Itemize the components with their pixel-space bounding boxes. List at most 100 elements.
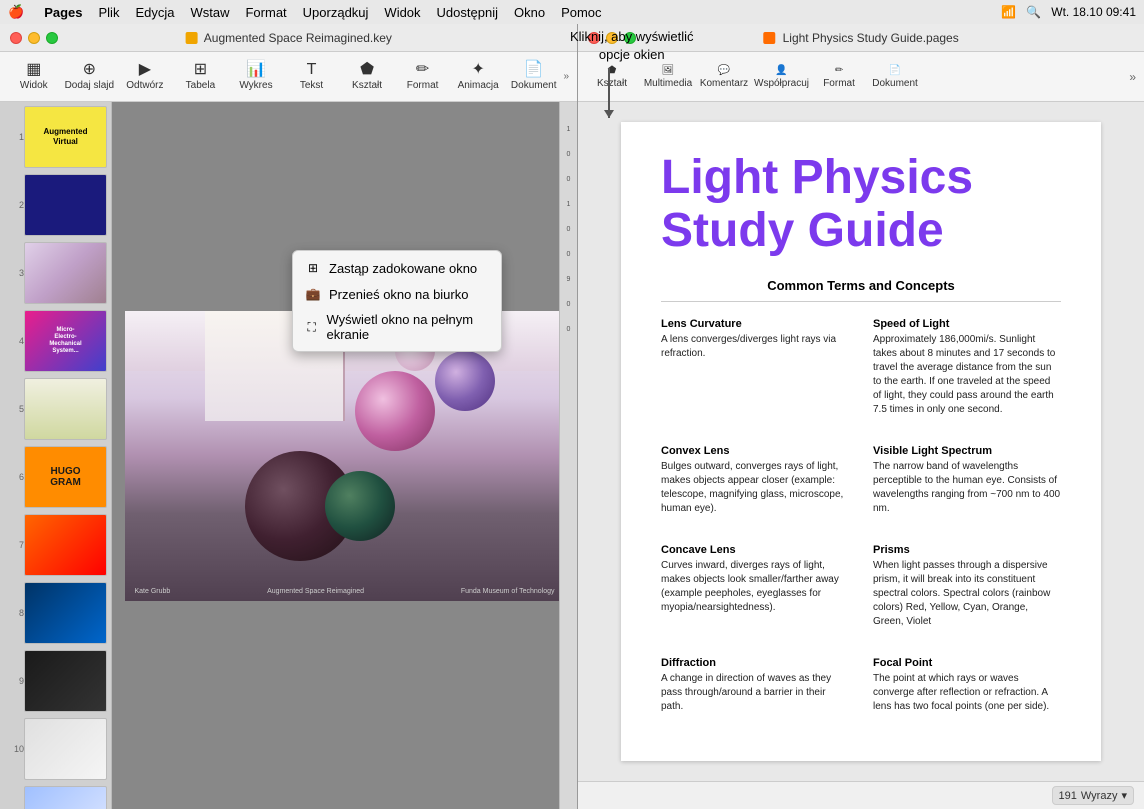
menu-widok[interactable]: Widok	[384, 5, 420, 20]
slide-row-2: 2	[4, 174, 107, 236]
slide-thumb-2[interactable]	[24, 174, 107, 236]
tb-wykres[interactable]: 📊 Wykres	[230, 55, 282, 99]
pages-title: Light Physics Study Guide.pages	[763, 31, 958, 45]
tb-odtworz[interactable]: ▶ Odtwórz	[119, 55, 171, 99]
term-def-diffraction: A change in direction of waves as they p…	[661, 672, 849, 714]
document-icon: 📄	[524, 62, 544, 78]
widok-icon: ▦	[26, 62, 41, 78]
pages-multimedia-icon: 🖼	[662, 65, 675, 76]
menu-pages[interactable]: Pages	[44, 5, 82, 20]
term-block-lens-curvature: Lens Curvature A lens converges/diverges…	[661, 318, 849, 429]
pages-tb-komentarz[interactable]: 💬 Komentarz	[698, 55, 750, 99]
context-menu-item-2[interactable]: 💼 Przenieś okno na biurko	[293, 281, 501, 307]
menu-plik[interactable]: Plik	[99, 5, 120, 20]
slide-panel[interactable]: 1 AugmentedVirtual 2 3 4	[0, 102, 112, 809]
slide-thumb-7[interactable]	[24, 514, 107, 576]
menu-pomoc[interactable]: Pomoc	[561, 5, 601, 20]
tb-format[interactable]: ✏ Format	[397, 55, 449, 99]
pages-tb-dokument[interactable]: 📄 Dokument	[869, 55, 921, 99]
slide-thumb-6[interactable]: HUGOGRAM	[24, 446, 107, 508]
window-controls	[10, 32, 58, 44]
term-def-speed-of-light: Approximately 186,000mi/s. Sunlight take…	[873, 333, 1061, 417]
apple-menu[interactable]: 🍎	[8, 4, 24, 20]
tb-ksztalt[interactable]: ⬟ Kształt	[341, 55, 393, 99]
clock: Wt. 18.10 09:41	[1051, 5, 1136, 19]
toolbar-more-icon[interactable]: »	[563, 71, 569, 82]
context-menu: ⊞ Zastąp zadokowane okno 💼 Przenieś okno…	[292, 250, 502, 352]
minimize-button[interactable]	[28, 32, 40, 44]
menu-format[interactable]: Format	[245, 5, 286, 20]
tb-widok[interactable]: ▦ Widok	[8, 55, 60, 99]
word-count-chevron-icon: ▾	[1121, 789, 1127, 802]
term-def-focal-point: The point at which rays or waves converg…	[873, 672, 1061, 714]
tb-dokument[interactable]: 📄 Dokument	[508, 55, 560, 99]
word-count-number: 191	[1059, 790, 1077, 802]
pages-toolbar-more-icon[interactable]: »	[1129, 70, 1136, 84]
menu-okno[interactable]: Okno	[514, 5, 545, 20]
slide-row-8: 8	[4, 582, 107, 644]
move-to-desktop-icon: 💼	[305, 286, 321, 302]
maximize-button[interactable]	[46, 32, 58, 44]
sphere-purple	[435, 351, 495, 411]
slide-thumb-4[interactable]: Micro-Electro-MechanicalSystem...	[24, 310, 107, 372]
pages-document-icon: 📄	[889, 65, 901, 76]
tb-animacja[interactable]: ✦ Animacja	[452, 55, 504, 99]
context-menu-item-1[interactable]: ⊞ Zastąp zadokowane okno	[293, 255, 501, 281]
chart-icon: 📊	[246, 62, 266, 78]
pages-tb-format[interactable]: ✏ Format	[813, 55, 865, 99]
term-title-focal-point: Focal Point	[873, 657, 1061, 669]
slide-thumb-11[interactable]	[24, 786, 107, 809]
term-block-diffraction: Diffraction A change in direction of wav…	[661, 657, 849, 726]
menu-wstaw[interactable]: Wstaw	[190, 5, 229, 20]
term-block-speed-of-light: Speed of Light Approximately 186,000mi/s…	[873, 318, 1061, 429]
slide-row-9: 9	[4, 650, 107, 712]
tb-tabela[interactable]: ⊞ Tabela	[175, 55, 227, 99]
keynote-toolbar: ▦ Widok ⊕ Dodaj slajd ▶ Odtwórz ⊞ Tabela…	[0, 52, 577, 102]
slide-thumb-10[interactable]	[24, 718, 107, 780]
slide-thumb-3[interactable]	[24, 242, 107, 304]
keynote-content: 1 AugmentedVirtual 2 3 4	[0, 102, 577, 809]
term-title-speed-of-light: Speed of Light	[873, 318, 1061, 330]
word-count-button[interactable]: 191 Wyrazy ▾	[1052, 786, 1134, 805]
slide-thumb-9[interactable]	[24, 650, 107, 712]
slide-row-10: 10	[4, 718, 107, 780]
shape-icon: ⬟	[360, 62, 374, 78]
format-icon: ✏	[416, 62, 429, 78]
term-block-convex-lens: Convex Lens Bulges outward, converges ra…	[661, 445, 849, 528]
slide-thumb-5[interactable]	[24, 378, 107, 440]
menu-edycja[interactable]: Edycja	[135, 5, 174, 20]
pages-tb-wspolpracuj[interactable]: 👤 Współpracuj	[754, 55, 809, 99]
left-window-keynote: Augmented Space Reimagined.key ▦ Widok ⊕…	[0, 24, 578, 809]
keynote-titlebar: Augmented Space Reimagined.key	[0, 24, 577, 52]
add-slide-icon: ⊕	[83, 62, 96, 78]
term-def-visible-light: The narrow band of wavelengths perceptib…	[873, 460, 1061, 516]
vertical-ruler: 1 0 0 1 0 0 9 0 0	[559, 102, 577, 809]
pages-collaborate-icon: 👤	[775, 65, 787, 76]
pages-comment-icon: 💬	[718, 65, 730, 76]
slide-thumb-8[interactable]	[24, 582, 107, 644]
windows-area: Augmented Space Reimagined.key ▦ Widok ⊕…	[0, 24, 1144, 809]
term-title-prisms: Prisms	[873, 544, 1061, 556]
tb-tekst[interactable]: T Tekst	[286, 55, 338, 99]
pages-icon	[763, 32, 775, 44]
play-icon: ▶	[139, 62, 151, 78]
term-block-visible-light: Visible Light Spectrum The narrow band o…	[873, 445, 1061, 528]
term-block-focal-point: Focal Point The point at which rays or w…	[873, 657, 1061, 726]
close-button[interactable]	[10, 32, 22, 44]
search-icon[interactable]: 🔍	[1026, 5, 1041, 19]
sphere-green	[325, 471, 395, 541]
menu-udostepnij[interactable]: Udostępnij	[437, 5, 498, 20]
context-menu-item-3[interactable]: ⛶ Wyświetl okno na pełnym ekranie	[293, 307, 501, 347]
menubar: 🍎 Pages Plik Edycja Wstaw Format Uporząd…	[0, 0, 1144, 24]
right-window-pages: Light Physics Study Guide.pages ⬟ Kształ…	[578, 24, 1144, 809]
main-slide: Kate Grubb Augmented Space Reimagined Fu…	[125, 311, 565, 601]
tb-dodaj-slajd[interactable]: ⊕ Dodaj slajd	[64, 55, 116, 99]
main-slide-area: Kate Grubb Augmented Space Reimagined Fu…	[112, 102, 577, 809]
slide-footer: Kate Grubb Augmented Space Reimagined Fu…	[125, 588, 565, 595]
menu-uporzadkuj[interactable]: Uporządkuj	[303, 5, 369, 20]
animation-icon: ✦	[471, 62, 484, 78]
slide-thumb-1[interactable]: AugmentedVirtual	[24, 106, 107, 168]
term-title-visible-light: Visible Light Spectrum	[873, 445, 1061, 457]
slide-row-4: 4 Micro-Electro-MechanicalSystem...	[4, 310, 107, 372]
slide-row-11: 11	[4, 786, 107, 809]
